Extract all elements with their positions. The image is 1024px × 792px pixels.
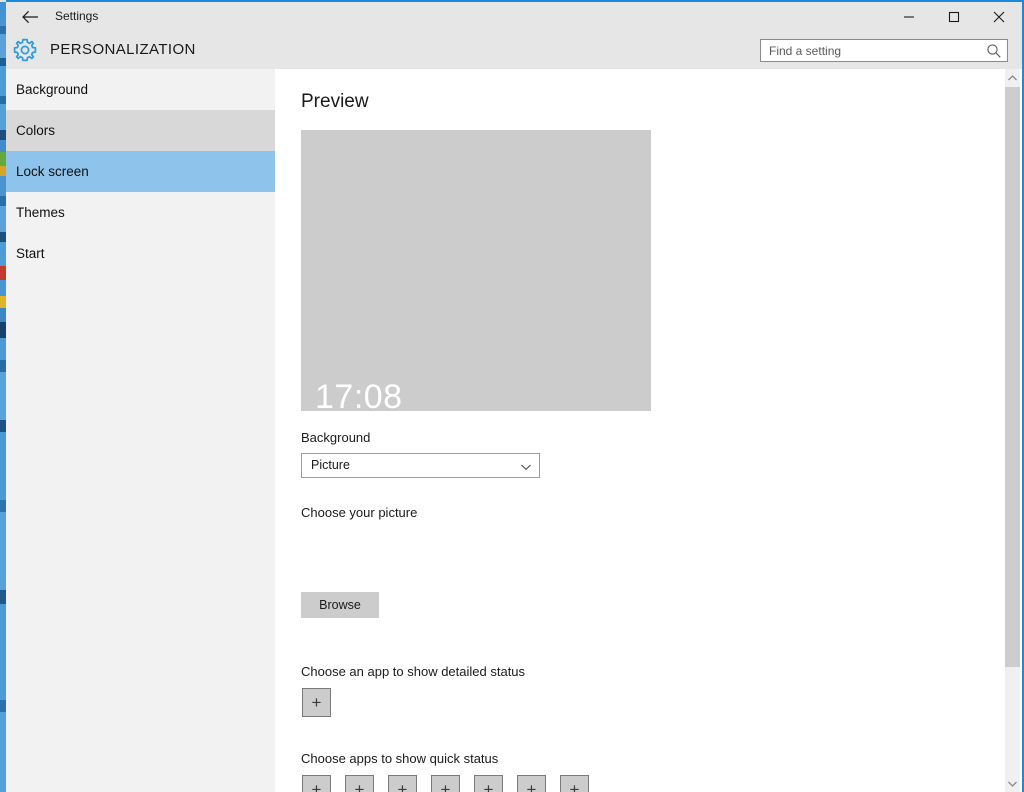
plus-icon: + [311, 693, 322, 712]
sidebar-item-label: Background [16, 82, 89, 97]
lock-screen-preview: 17:08 Friday, January 22 [301, 130, 651, 435]
add-quick-status-app-button[interactable]: + [345, 775, 374, 792]
preview-clock-time: 17:08 [315, 378, 403, 416]
scroll-up-arrow-icon[interactable] [1005, 69, 1020, 86]
background-type-dropdown[interactable]: Picture [301, 453, 540, 478]
add-quick-status-app-button[interactable]: + [302, 775, 331, 792]
choose-picture-label: Choose your picture [301, 505, 418, 520]
sidebar-item-label: Colors [16, 123, 56, 138]
plus-icon: + [311, 780, 322, 792]
add-quick-status-app-button[interactable]: + [474, 775, 503, 792]
add-quick-status-app-button[interactable]: + [560, 775, 589, 792]
sidebar-item-label: Themes [16, 205, 65, 220]
sidebar-item-background[interactable]: Background [6, 69, 275, 110]
add-quick-status-app-button[interactable]: + [517, 775, 546, 792]
close-button[interactable] [976, 2, 1021, 31]
search-input[interactable] [761, 40, 979, 61]
sidebar-item-colors[interactable]: Colors [6, 110, 275, 151]
minimize-icon [903, 11, 915, 23]
quick-status-tile-row: + + + + + + + [302, 775, 603, 792]
close-icon [993, 11, 1005, 23]
plus-icon: + [483, 780, 494, 792]
plus-icon: + [526, 780, 537, 792]
header-bar: PERSONALIZATION [6, 31, 1022, 69]
sidebar-item-lock-screen[interactable]: Lock screen [6, 151, 275, 192]
window-title: Settings [55, 9, 99, 23]
minimize-button[interactable] [886, 2, 931, 31]
add-quick-status-app-button[interactable]: + [431, 775, 460, 792]
add-quick-status-app-button[interactable]: + [388, 775, 417, 792]
sidebar-item-label: Lock screen [16, 164, 89, 179]
chevron-down-icon [520, 460, 532, 472]
quick-status-label: Choose apps to show quick status [301, 751, 499, 766]
plus-icon: + [440, 780, 451, 792]
gear-icon [12, 37, 38, 63]
scroll-down-arrow-icon[interactable] [1005, 775, 1020, 792]
search-box[interactable] [760, 39, 1008, 62]
scrollbar-thumb[interactable] [1005, 87, 1020, 667]
content-scrollbar[interactable] [1005, 69, 1020, 792]
sidebar: Background Colors Lock screen Themes Sta… [6, 69, 275, 792]
plus-icon: + [354, 780, 365, 792]
plus-icon: + [569, 780, 580, 792]
maximize-button[interactable] [931, 2, 976, 31]
back-arrow-icon [21, 10, 39, 24]
maximize-icon [948, 11, 960, 23]
preview-heading: Preview [301, 91, 369, 112]
sidebar-item-label: Start [16, 246, 45, 261]
content-pane: Preview 17:08 Friday, January 22 Backgro… [275, 69, 1005, 792]
background-section-label: Background [301, 430, 371, 445]
settings-window: Settings PERSONALIZATION Find a setting … [6, 0, 1024, 792]
back-button[interactable] [12, 2, 48, 31]
browse-button[interactable]: Browse [301, 592, 379, 618]
background-type-value: Picture [311, 458, 350, 472]
plus-icon: + [397, 780, 408, 792]
add-detailed-status-app-button[interactable]: + [302, 688, 331, 717]
search-icon[interactable] [986, 43, 1002, 59]
detailed-status-label: Choose an app to show detailed status [301, 664, 526, 679]
page-title: PERSONALIZATION [50, 41, 196, 58]
sidebar-item-themes[interactable]: Themes [6, 192, 275, 233]
sidebar-item-start[interactable]: Start [6, 233, 275, 274]
title-bar: Settings [6, 2, 1022, 31]
